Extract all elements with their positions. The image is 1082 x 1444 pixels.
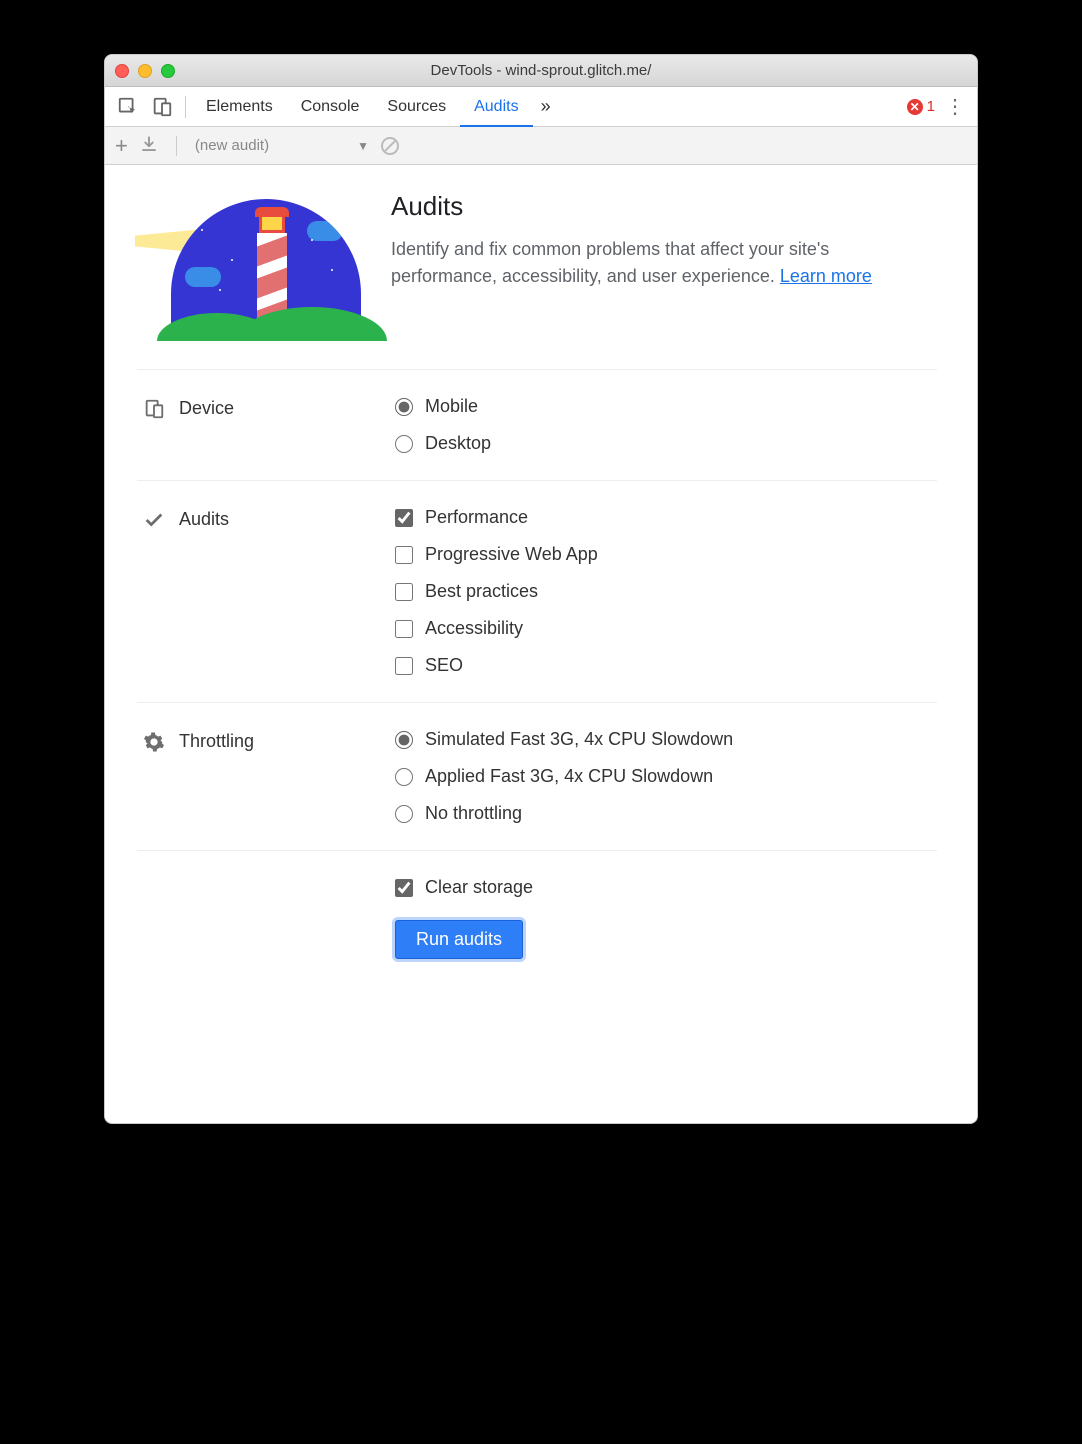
tab-elements[interactable]: Elements <box>192 87 287 126</box>
close-icon[interactable] <box>115 64 129 78</box>
tab-label: Audits <box>474 98 518 116</box>
error-indicator[interactable]: ✕ 1 <box>907 98 935 115</box>
radio-no-throttling[interactable] <box>395 805 413 823</box>
section-label: Throttling <box>137 729 395 824</box>
checkbox-pwa[interactable] <box>395 546 413 564</box>
option-label: Desktop <box>425 433 491 454</box>
option-applied[interactable]: Applied Fast 3G, 4x CPU Slowdown <box>395 766 733 787</box>
minimize-icon[interactable] <box>138 64 152 78</box>
tab-label: Console <box>301 98 360 116</box>
tab-console[interactable]: Console <box>287 87 374 126</box>
tab-label: Elements <box>206 98 273 116</box>
download-icon[interactable] <box>140 135 158 157</box>
checkbox-clear-storage[interactable] <box>395 879 413 897</box>
titlebar: DevTools - wind-sprout.glitch.me/ <box>105 55 977 87</box>
lighthouse-illustration <box>137 191 357 341</box>
device-options: Mobile Desktop <box>395 396 491 454</box>
radio-simulated[interactable] <box>395 731 413 749</box>
gear-icon <box>143 731 165 753</box>
check-icon <box>143 509 165 531</box>
panel-tabs: Elements Console Sources Audits » ✕ 1 ⋮ <box>105 87 977 127</box>
option-label: SEO <box>425 655 463 676</box>
option-label: Applied Fast 3G, 4x CPU Slowdown <box>425 766 713 787</box>
device-toolbar-icon[interactable] <box>145 90 179 124</box>
label-text: Throttling <box>179 731 254 752</box>
audits-options: Performance Progressive Web App Best pra… <box>395 507 598 676</box>
hero-text: Audits Identify and fix common problems … <box>391 191 937 341</box>
hero: Audits Identify and fix common problems … <box>137 191 937 370</box>
more-tabs-icon[interactable]: » <box>533 96 559 117</box>
section-label: Audits <box>137 507 395 676</box>
checkbox-best-practices[interactable] <box>395 583 413 601</box>
option-desktop[interactable]: Desktop <box>395 433 491 454</box>
inspect-icon[interactable] <box>111 90 145 124</box>
new-audit-icon[interactable]: + <box>115 133 128 159</box>
divider <box>185 96 186 118</box>
run-row: Clear storage Run audits <box>137 851 937 969</box>
audits-toolbar: + (new audit) ▼ <box>105 127 977 165</box>
option-pwa[interactable]: Progressive Web App <box>395 544 598 565</box>
tab-audits[interactable]: Audits <box>460 89 532 128</box>
option-seo[interactable]: SEO <box>395 655 598 676</box>
label-text: Audits <box>179 509 229 530</box>
radio-desktop[interactable] <box>395 435 413 453</box>
option-mobile[interactable]: Mobile <box>395 396 491 417</box>
option-simulated[interactable]: Simulated Fast 3G, 4x CPU Slowdown <box>395 729 733 750</box>
option-label: Performance <box>425 507 528 528</box>
radio-mobile[interactable] <box>395 398 413 416</box>
label-text: Device <box>179 398 234 419</box>
audit-selector[interactable]: (new audit) ▼ <box>195 137 369 154</box>
option-performance[interactable]: Performance <box>395 507 598 528</box>
option-label: Simulated Fast 3G, 4x CPU Slowdown <box>425 729 733 750</box>
kebab-menu-icon[interactable]: ⋮ <box>945 94 965 119</box>
page-description: Identify and fix common problems that af… <box>391 236 937 290</box>
option-label: Best practices <box>425 581 538 602</box>
option-label: Progressive Web App <box>425 544 598 565</box>
tab-label: Sources <box>387 98 446 116</box>
traffic-lights <box>115 64 175 78</box>
checkbox-performance[interactable] <box>395 509 413 527</box>
option-best-practices[interactable]: Best practices <box>395 581 598 602</box>
divider <box>176 136 177 156</box>
section-audits: Audits Performance Progressive Web App B… <box>137 481 937 703</box>
audit-selector-label: (new audit) <box>195 137 269 154</box>
window-title: DevTools - wind-sprout.glitch.me/ <box>105 62 977 79</box>
option-label: Clear storage <box>425 877 533 898</box>
zoom-icon[interactable] <box>161 64 175 78</box>
clear-icon[interactable] <box>381 137 399 155</box>
chevron-down-icon: ▼ <box>357 139 369 153</box>
option-label: Accessibility <box>425 618 523 639</box>
option-label: No throttling <box>425 803 522 824</box>
error-count: 1 <box>927 98 935 115</box>
description-text: Identify and fix common problems that af… <box>391 239 829 286</box>
devtools-window: DevTools - wind-sprout.glitch.me/ Elemen… <box>104 54 978 1124</box>
tab-sources[interactable]: Sources <box>373 87 460 126</box>
section-label: Device <box>137 396 395 454</box>
learn-more-link[interactable]: Learn more <box>780 266 872 286</box>
section-throttling: Throttling Simulated Fast 3G, 4x CPU Slo… <box>137 703 937 851</box>
run-audits-button[interactable]: Run audits <box>395 920 523 959</box>
audits-content: Audits Identify and fix common problems … <box>105 165 977 1123</box>
radio-applied[interactable] <box>395 768 413 786</box>
section-device: Device Mobile Desktop <box>137 370 937 481</box>
option-no-throttling[interactable]: No throttling <box>395 803 733 824</box>
error-icon: ✕ <box>907 99 923 115</box>
checkbox-seo[interactable] <box>395 657 413 675</box>
page-title: Audits <box>391 191 937 222</box>
option-accessibility[interactable]: Accessibility <box>395 618 598 639</box>
throttling-options: Simulated Fast 3G, 4x CPU Slowdown Appli… <box>395 729 733 824</box>
device-icon <box>143 398 165 420</box>
checkbox-accessibility[interactable] <box>395 620 413 638</box>
option-label: Mobile <box>425 396 478 417</box>
option-clear-storage[interactable]: Clear storage <box>395 877 937 898</box>
